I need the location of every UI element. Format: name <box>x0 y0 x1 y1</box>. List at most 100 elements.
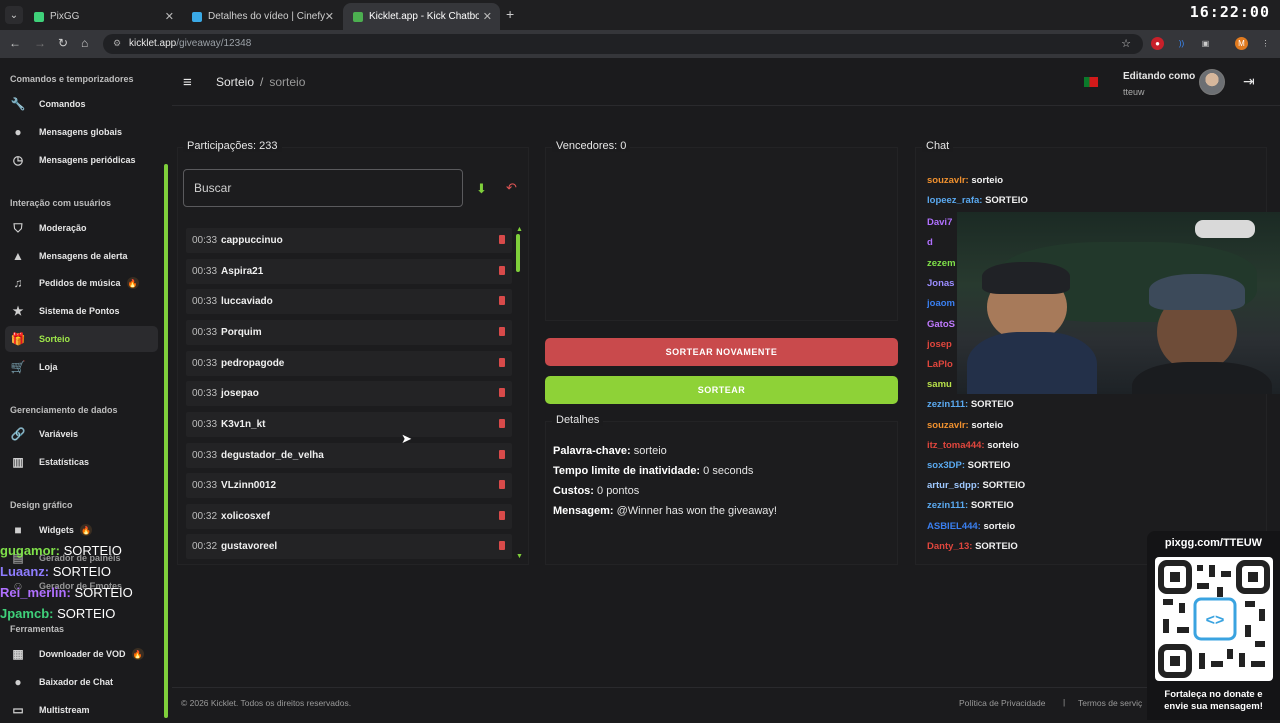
sidebar-item-statistics[interactable]: ▥ Estatísticas <box>5 449 158 475</box>
redraw-button[interactable]: SORTEAR NOVAMENTE <box>545 338 898 366</box>
tab-kicklet[interactable]: Kicklet.app - Kick Chatbot and ✕ <box>343 3 500 30</box>
bookmark-star-icon[interactable]: ☆ <box>1121 37 1131 50</box>
sidebar-item-moderation[interactable]: ⛉ Moderação <box>5 215 158 241</box>
entry-time: 00:33 <box>192 419 218 430</box>
chat-username[interactable]: samu <box>927 379 952 390</box>
participants-scrollbar[interactable] <box>516 234 520 272</box>
entry-name: Porquim <box>221 327 262 338</box>
browser-tab-bar: ⌄ PixGG ✕ Detalhes do vídeo | Cinefy ✕ K… <box>0 0 1280 30</box>
browser-menu-icon[interactable]: ⋮ <box>1259 37 1272 50</box>
sidebar-scrollbar[interactable] <box>164 164 168 718</box>
close-tab-icon[interactable]: ✕ <box>165 10 174 23</box>
back-icon[interactable]: ← <box>9 36 21 50</box>
chat-username[interactable]: zezem <box>927 258 956 269</box>
search-input[interactable]: Buscar <box>183 169 463 207</box>
extensions-puzzle-icon[interactable]: ▣ <box>1199 37 1212 50</box>
entry-name: gustavoreel <box>221 541 278 552</box>
sidebar-item-giveaway[interactable]: 🎁 Sorteio <box>5 326 158 352</box>
extension-audio-icon[interactable]: )) <box>1175 37 1188 50</box>
sidebar-item-points[interactable]: ★ Sistema de Pontos <box>5 298 158 324</box>
cart-icon: 🛒 <box>10 360 26 374</box>
sidebar-item-alerts[interactable]: ▲ Mensagens de alerta <box>5 243 158 269</box>
chat-username[interactable]: lopeez_rafa: <box>927 195 982 206</box>
chat-username[interactable]: souzavlr: <box>927 420 969 431</box>
delete-icon[interactable] <box>499 266 505 275</box>
chat-username[interactable]: ASBIEL444: <box>927 521 981 532</box>
privacy-link[interactable]: Política de Privacidade <box>959 698 1045 708</box>
sidebar-item-multistream[interactable]: ▭ Multistream <box>5 697 158 723</box>
portugal-flag-icon[interactable] <box>1084 77 1098 87</box>
sidebar-item-vod-downloader[interactable]: ▦ Downloader de VOD 🔥 <box>5 641 158 667</box>
list-item: 00:33 pedropagode <box>186 351 512 376</box>
chat-username[interactable]: zezin111: <box>927 500 968 511</box>
chat-username[interactable]: joaom <box>927 298 955 309</box>
chat-username[interactable]: Jonas <box>927 278 954 289</box>
tab-pixgg[interactable]: PixGG ✕ <box>24 3 182 30</box>
download-icon[interactable]: ⬇ <box>476 181 487 197</box>
terms-link[interactable]: Termos de serviç <box>1078 698 1142 708</box>
sidebar-item-shop[interactable]: 🛒 Loja <box>5 354 158 380</box>
chat-line: Danty_13: SORTEIO <box>927 541 1018 552</box>
chat-username[interactable]: GatoS <box>927 319 955 330</box>
extension-red-icon[interactable]: ● <box>1151 37 1164 50</box>
chat-username[interactable]: Danty_13: <box>927 541 972 552</box>
close-tab-icon[interactable]: ✕ <box>483 10 492 23</box>
home-icon[interactable]: ⌂ <box>81 36 88 50</box>
delete-icon[interactable] <box>499 511 505 520</box>
scroll-up-icon[interactable]: ▲ <box>516 226 523 233</box>
qr-code: <> <box>1155 557 1273 681</box>
delete-icon[interactable] <box>499 358 505 367</box>
monitor-icon: ▭ <box>12 703 24 717</box>
tab-search-button[interactable]: ⌄ <box>5 6 23 24</box>
sidebar-item-widgets[interactable]: ■ Widgets 🔥 <box>5 517 158 543</box>
delete-icon[interactable] <box>499 541 505 550</box>
chat-message: SORTEIO <box>967 460 1011 471</box>
list-item: 00:33 josepao <box>186 381 512 406</box>
breadcrumb-root[interactable]: Sorteio <box>216 75 254 89</box>
close-tab-icon[interactable]: ✕ <box>325 10 334 23</box>
url-bar[interactable]: ⚙ kicklet.app/giveaway/12348 ☆ <box>103 34 1143 54</box>
delete-icon[interactable] <box>499 450 505 459</box>
draw-button[interactable]: SORTEAR <box>545 376 898 404</box>
tab-cinefy[interactable]: Detalhes do vídeo | Cinefy ✕ <box>182 3 342 30</box>
chat-username[interactable]: d <box>927 237 933 248</box>
delete-icon[interactable] <box>499 327 505 336</box>
entry-name: Aspira21 <box>221 266 264 277</box>
reload-icon[interactable]: ↻ <box>58 36 68 50</box>
new-tab-button[interactable]: + <box>506 6 514 22</box>
avatar[interactable] <box>1199 69 1225 95</box>
entry-time: 00:32 <box>192 511 218 522</box>
chat-username[interactable]: artur_sdpp: <box>927 480 980 491</box>
delete-icon[interactable] <box>499 235 505 244</box>
chat-username[interactable]: sox3DP: <box>927 460 965 471</box>
sidebar-item-variables[interactable]: 🔗 Variáveis <box>5 421 158 447</box>
scroll-down-icon[interactable]: ▼ <box>516 553 523 560</box>
chat-username[interactable]: Davi7 <box>927 217 952 228</box>
forward-icon[interactable]: → <box>34 36 46 50</box>
logout-icon[interactable]: ⇥ <box>1243 73 1255 90</box>
delete-icon[interactable] <box>499 388 505 397</box>
site-info-icon[interactable]: ⚙ <box>113 38 121 49</box>
sidebar-item-commands[interactable]: 🔧 Comandos <box>5 91 158 117</box>
overlay-chat-user: Jpamcb: <box>0 606 54 621</box>
menu-toggle-icon[interactable]: ≡ <box>183 74 192 91</box>
chat-message: SORTEIO <box>970 500 1014 511</box>
chat-username[interactable]: zezin111: <box>927 399 968 410</box>
sidebar-item-song-requests[interactable]: ♫ Pedidos de música 🔥 <box>5 270 158 296</box>
sidebar-item-chat-downloader[interactable]: ● Baixador de Chat <box>5 669 158 695</box>
detail-inactivity: Tempo limite de inatividade: 0 seconds <box>553 465 753 477</box>
undo-icon[interactable]: ↶ <box>506 180 517 196</box>
overlay-chat-message: SORTEIO <box>52 564 112 579</box>
chat-username[interactable]: josep <box>927 339 952 350</box>
sidebar-item-periodic-messages[interactable]: ◷ Mensagens periódicas <box>5 147 158 173</box>
entry-time: 00:33 <box>192 358 218 369</box>
delete-icon[interactable] <box>499 480 505 489</box>
chat-username[interactable]: LaPlo <box>927 359 953 370</box>
chat-line: artur_sdpp: SORTEIO <box>927 480 1025 491</box>
chat-username[interactable]: itz_toma444: <box>927 440 985 451</box>
profile-avatar-icon[interactable]: M <box>1235 37 1248 50</box>
delete-icon[interactable] <box>499 419 505 428</box>
sidebar-item-global-messages[interactable]: ● Mensagens globais <box>5 119 158 145</box>
chat-username[interactable]: souzavlr: <box>927 175 969 186</box>
delete-icon[interactable] <box>499 296 505 305</box>
